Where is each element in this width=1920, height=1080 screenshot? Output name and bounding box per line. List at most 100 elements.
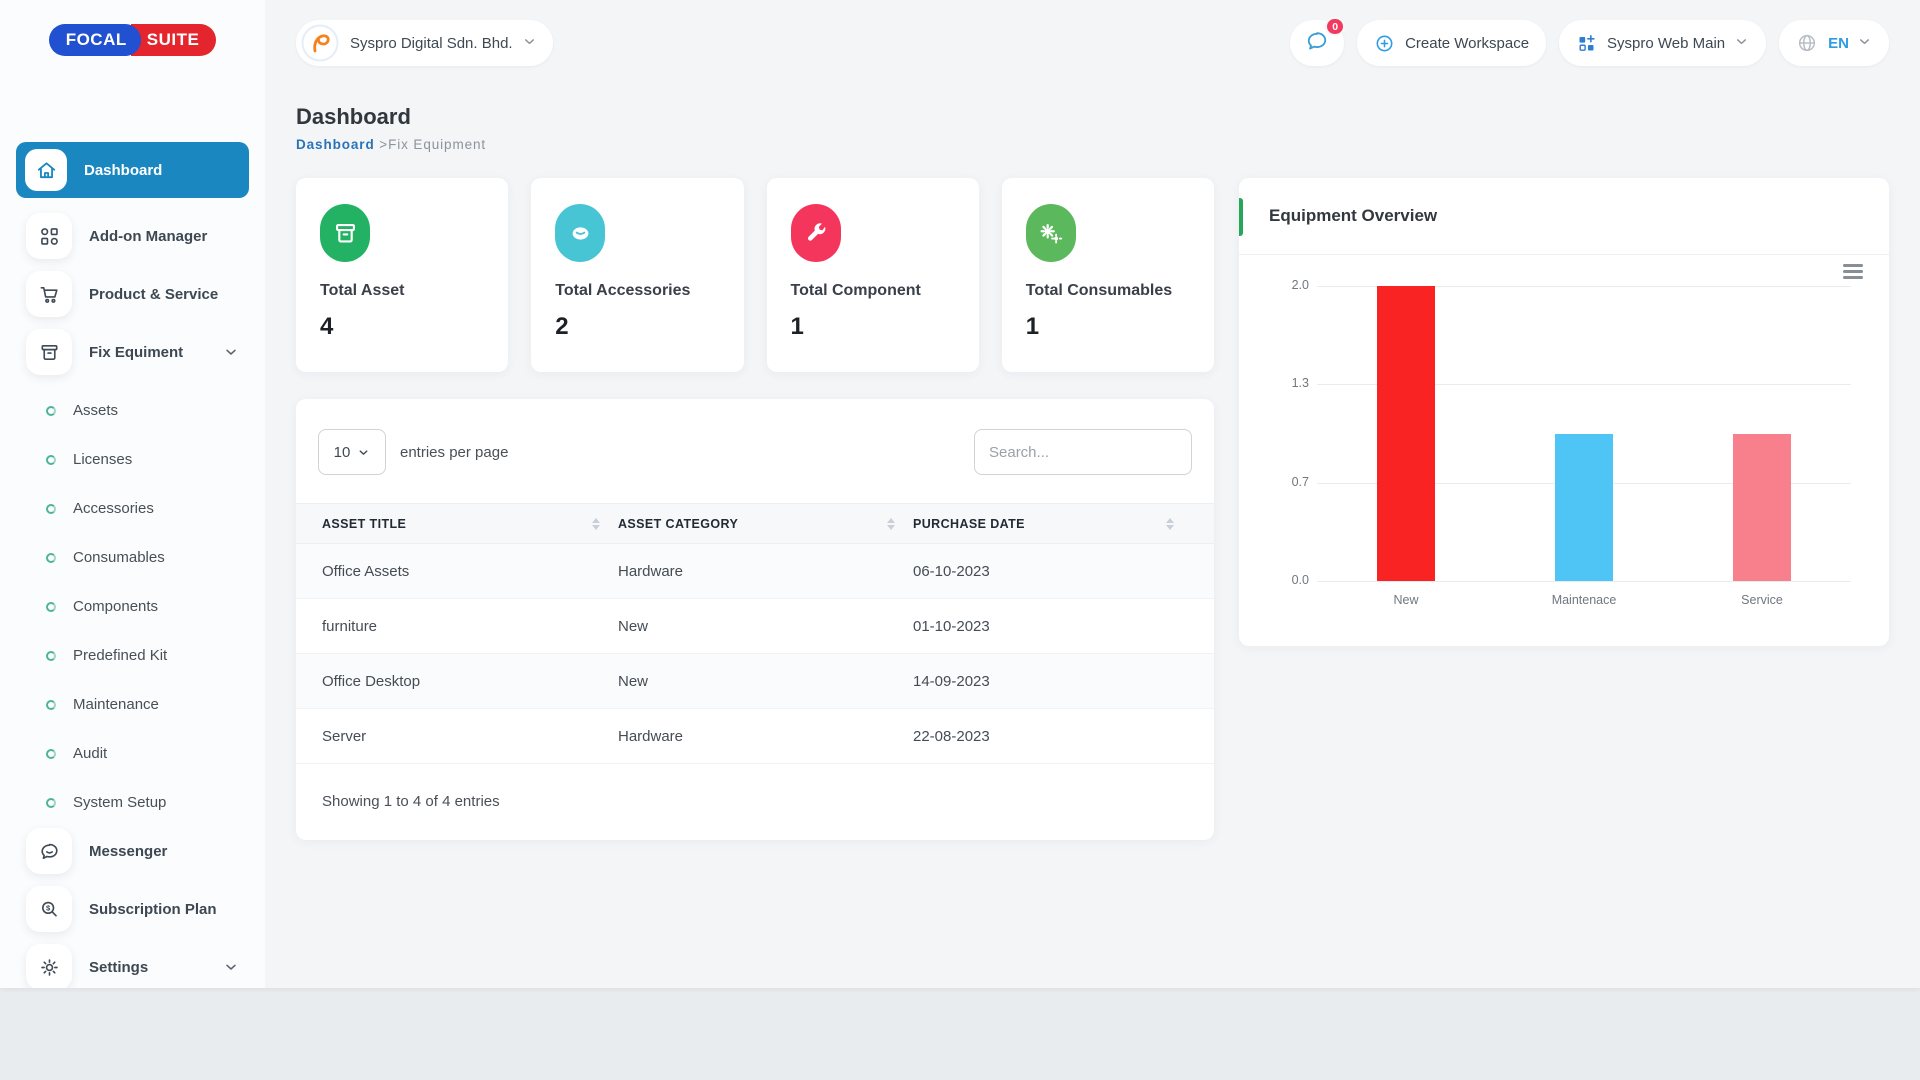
sidebar-item-label: Messenger (89, 843, 167, 860)
column-header-asset-title[interactable]: ASSET TITLE (322, 517, 618, 531)
stat-value: 4 (320, 313, 484, 341)
sidebar-subitem-maintenance[interactable]: Maintenance (16, 680, 249, 729)
dot-icon (46, 798, 56, 808)
dot-icon (46, 749, 56, 759)
table-row[interactable]: Office DesktopNew14-09-2023 (296, 654, 1214, 709)
sidebar-subitem-label: Consumables (73, 549, 165, 566)
brand-logo[interactable]: FOCAL SUITE (0, 0, 265, 80)
entries-per-page-label: entries per page (400, 444, 508, 461)
sidebar-subitem-system-setup[interactable]: System Setup (16, 778, 249, 827)
stat-label: Total Component (791, 282, 955, 300)
stat-card-total-asset: Total Asset4 (296, 178, 508, 372)
bar-maintenace[interactable] (1555, 434, 1613, 582)
chevron-down-icon (1734, 34, 1749, 53)
search-dollar-icon: $ (26, 886, 72, 932)
dot-icon (46, 406, 56, 416)
breadcrumb-separator: > (379, 137, 388, 152)
chevron-down-icon (357, 446, 370, 459)
stat-label: Total Accessories (555, 282, 719, 300)
sidebar-item-label: Product & Service (89, 286, 218, 303)
divider (1239, 254, 1889, 255)
chevron-down-icon (522, 34, 537, 53)
column-header-asset-category[interactable]: ASSET CATEGORY (618, 517, 913, 531)
sidebar-subitem-label: Licenses (73, 451, 132, 468)
breadcrumb-root-link[interactable]: Dashboard (296, 137, 375, 152)
sidebar-item-label: Settings (89, 959, 148, 976)
page-head: Dashboard Dashboard >Fix Equipment (296, 104, 1889, 152)
language-selector[interactable]: EN (1779, 20, 1889, 66)
table-cell: 01-10-2023 (913, 618, 1192, 635)
dot-icon (46, 700, 56, 710)
stat-card-total-component: Total Component1 (767, 178, 979, 372)
breadcrumb-current: Fix Equipment (388, 137, 486, 152)
y-axis-tick-label: 0.7 (1269, 475, 1309, 489)
sidebar-subitem-predefined-kit[interactable]: Predefined Kit (16, 631, 249, 680)
sidebar-subitem-assets[interactable]: Assets (16, 386, 249, 435)
column-header-purchase-date[interactable]: PURCHASE DATE (913, 517, 1192, 531)
y-axis-tick-label: 1.3 (1269, 376, 1309, 390)
home-icon (25, 149, 67, 191)
page-title: Dashboard (296, 104, 1889, 130)
dot-icon (46, 651, 56, 661)
bar-new[interactable] (1377, 286, 1435, 581)
table-row[interactable]: Office AssetsHardware06-10-2023 (296, 544, 1214, 599)
sidebar-item-fix-equiment[interactable]: Fix Equiment (16, 328, 249, 376)
company-logo-icon (301, 24, 339, 62)
table-cell: Server (322, 728, 618, 745)
sidebar-subitem-label: Predefined Kit (73, 647, 167, 664)
table-row[interactable]: furnitureNew01-10-2023 (296, 599, 1214, 654)
workspace-selector[interactable]: Syspro Web Main (1559, 20, 1766, 66)
sidebar-subitem-consumables[interactable]: Consumables (16, 533, 249, 582)
sidebar-item-label: Dashboard (84, 162, 162, 179)
table-header-row: ASSET TITLEASSET CATEGORY PURCHASE DATE (296, 503, 1214, 544)
entries-per-page-select[interactable]: 10 (318, 429, 386, 475)
messages-button[interactable]: 0 (1290, 20, 1344, 66)
sidebar-menu: Dashboard Add-on Manager Product & Service… (0, 80, 265, 988)
topbar: Syspro Digital Sdn. Bhd. 0 Create Worksp… (296, 0, 1889, 80)
sidebar-subitem-audit[interactable]: Audit (16, 729, 249, 778)
language-code: EN (1828, 35, 1849, 52)
chat-icon (26, 828, 72, 874)
sidebar-item-subscription-plan[interactable]: $Subscription Plan (16, 885, 249, 933)
table-cell: furniture (322, 618, 618, 635)
equipment-overview-chart-card: Equipment Overview 2.01.30.70.0NewMainte… (1239, 178, 1889, 646)
create-workspace-button[interactable]: Create Workspace (1357, 20, 1546, 66)
plus-circle-icon (1374, 33, 1395, 54)
sidebar-item-product-service[interactable]: Product & Service (16, 270, 249, 318)
chart-menu-icon[interactable] (1843, 264, 1863, 279)
dot-icon (46, 602, 56, 612)
chevron-down-icon (1857, 34, 1872, 53)
sidebar-subitem-label: Maintenance (73, 696, 159, 713)
table-cell: 06-10-2023 (913, 563, 1192, 580)
table-body: Office AssetsHardware06-10-2023furniture… (296, 544, 1214, 764)
sidebar-item-dashboard[interactable]: Dashboard (16, 142, 249, 198)
app-window: FOCAL SUITE Dashboard Add-on Manager Produ… (0, 0, 1920, 988)
workspace-name: Syspro Web Main (1607, 35, 1725, 52)
sidebar-item-add-on-manager[interactable]: Add-on Manager (16, 212, 249, 260)
company-selector[interactable]: Syspro Digital Sdn. Bhd. (296, 20, 553, 66)
column-label: PURCHASE DATE (913, 517, 1025, 531)
chevron-down-icon (223, 344, 239, 360)
table-row[interactable]: ServerHardware22-08-2023 (296, 709, 1214, 764)
breadcrumb: Dashboard >Fix Equipment (296, 137, 1889, 152)
stat-value: 1 (1026, 313, 1190, 341)
sidebar-subitem-label: Assets (73, 402, 118, 419)
sidebar-subitem-licenses[interactable]: Licenses (16, 435, 249, 484)
svg-text:$: $ (46, 903, 51, 912)
cart-icon (26, 271, 72, 317)
column-label: ASSET CATEGORY (618, 517, 738, 531)
sidebar-item-settings[interactable]: Settings (16, 943, 249, 988)
x-axis-tick-label: Maintenace (1514, 593, 1654, 607)
bar-service[interactable] (1733, 434, 1791, 582)
y-axis-tick-label: 2.0 (1269, 278, 1309, 292)
x-axis-tick-label: Service (1692, 593, 1832, 607)
search-input[interactable] (974, 429, 1192, 475)
sidebar-subitem-components[interactable]: Components (16, 582, 249, 631)
stat-value: 2 (555, 313, 719, 341)
sidebar-item-messenger[interactable]: Messenger (16, 827, 249, 875)
table-cell: Hardware (618, 728, 913, 745)
stat-label: Total Consumables (1026, 282, 1190, 300)
sidebar-subitem-accessories[interactable]: Accessories (16, 484, 249, 533)
coin-icon (555, 204, 605, 262)
sort-icon (887, 518, 895, 530)
